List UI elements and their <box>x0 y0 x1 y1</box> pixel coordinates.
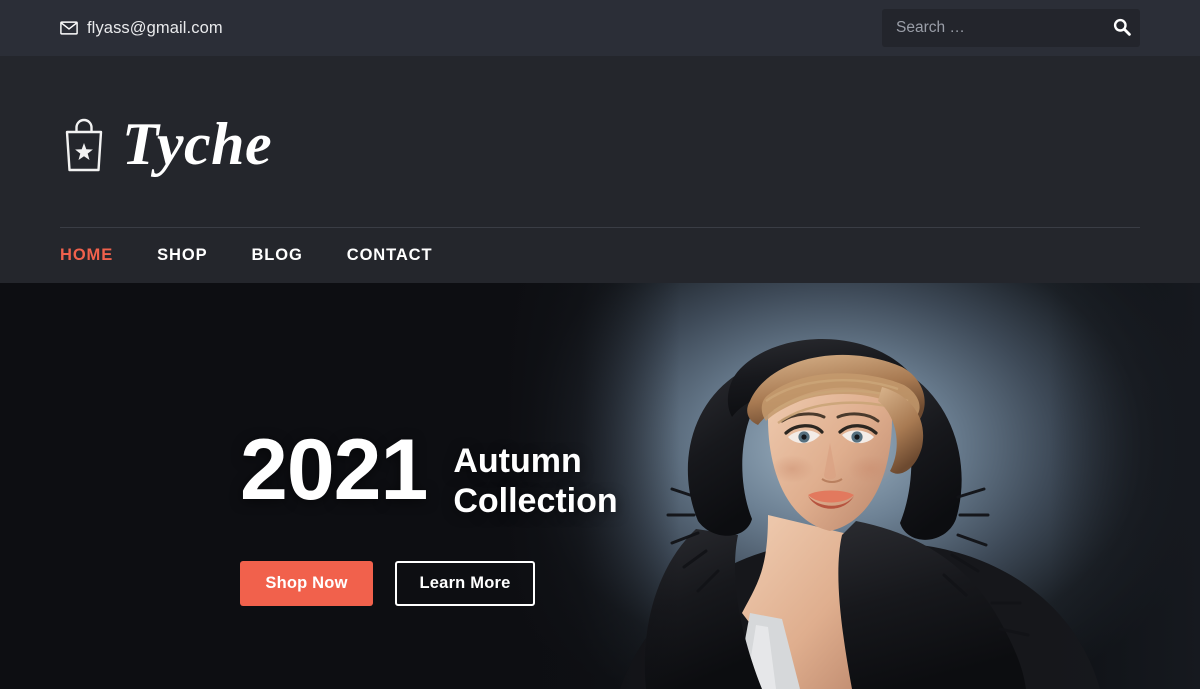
email-text: flyass@gmail.com <box>87 18 223 37</box>
hero-subtitle-line2: Collection <box>453 482 618 521</box>
nav-item-blog[interactable]: BLOG <box>251 246 302 265</box>
hero-cta-group: Shop Now Learn More <box>240 561 618 607</box>
search-button[interactable] <box>1110 9 1140 47</box>
search-box[interactable] <box>882 9 1140 47</box>
top-bar: flyass@gmail.com <box>0 0 1200 56</box>
search-input[interactable] <box>882 9 1110 47</box>
nav-item-shop[interactable]: SHOP <box>157 246 207 265</box>
contact-email: flyass@gmail.com <box>60 20 223 37</box>
shop-now-button[interactable]: Shop Now <box>240 561 373 607</box>
hero-banner: 2021 Autumn Collection Shop Now Learn Mo… <box>0 283 1200 689</box>
site-header: Tyche <box>0 56 1200 228</box>
hero-subtitle-line1: Autumn <box>453 442 582 480</box>
nav-item-home[interactable]: HOME <box>60 246 113 265</box>
hero-content: 2021 Autumn Collection Shop Now Learn Mo… <box>240 422 618 607</box>
learn-more-button[interactable]: Learn More <box>395 561 535 607</box>
hero-headline: 2021 Autumn Collection <box>240 422 618 521</box>
brand-logo[interactable]: Tyche <box>60 56 1140 174</box>
page-root: flyass@gmail.com Search … Tyche HOME SHO… <box>0 0 1200 689</box>
brand-name: Tyche <box>122 111 273 177</box>
envelope-icon <box>60 21 78 35</box>
nav-item-contact[interactable]: CONTACT <box>347 246 433 265</box>
hero-year: 2021 <box>240 422 428 518</box>
search-icon <box>1113 18 1131 39</box>
hero-right-fade <box>1050 283 1200 689</box>
header-divider <box>60 227 1140 228</box>
main-navigation: HOME SHOP BLOG CONTACT <box>0 228 1200 283</box>
hero-subtitle: Autumn Collection <box>453 431 617 521</box>
shopping-bag-star-icon <box>60 115 108 173</box>
